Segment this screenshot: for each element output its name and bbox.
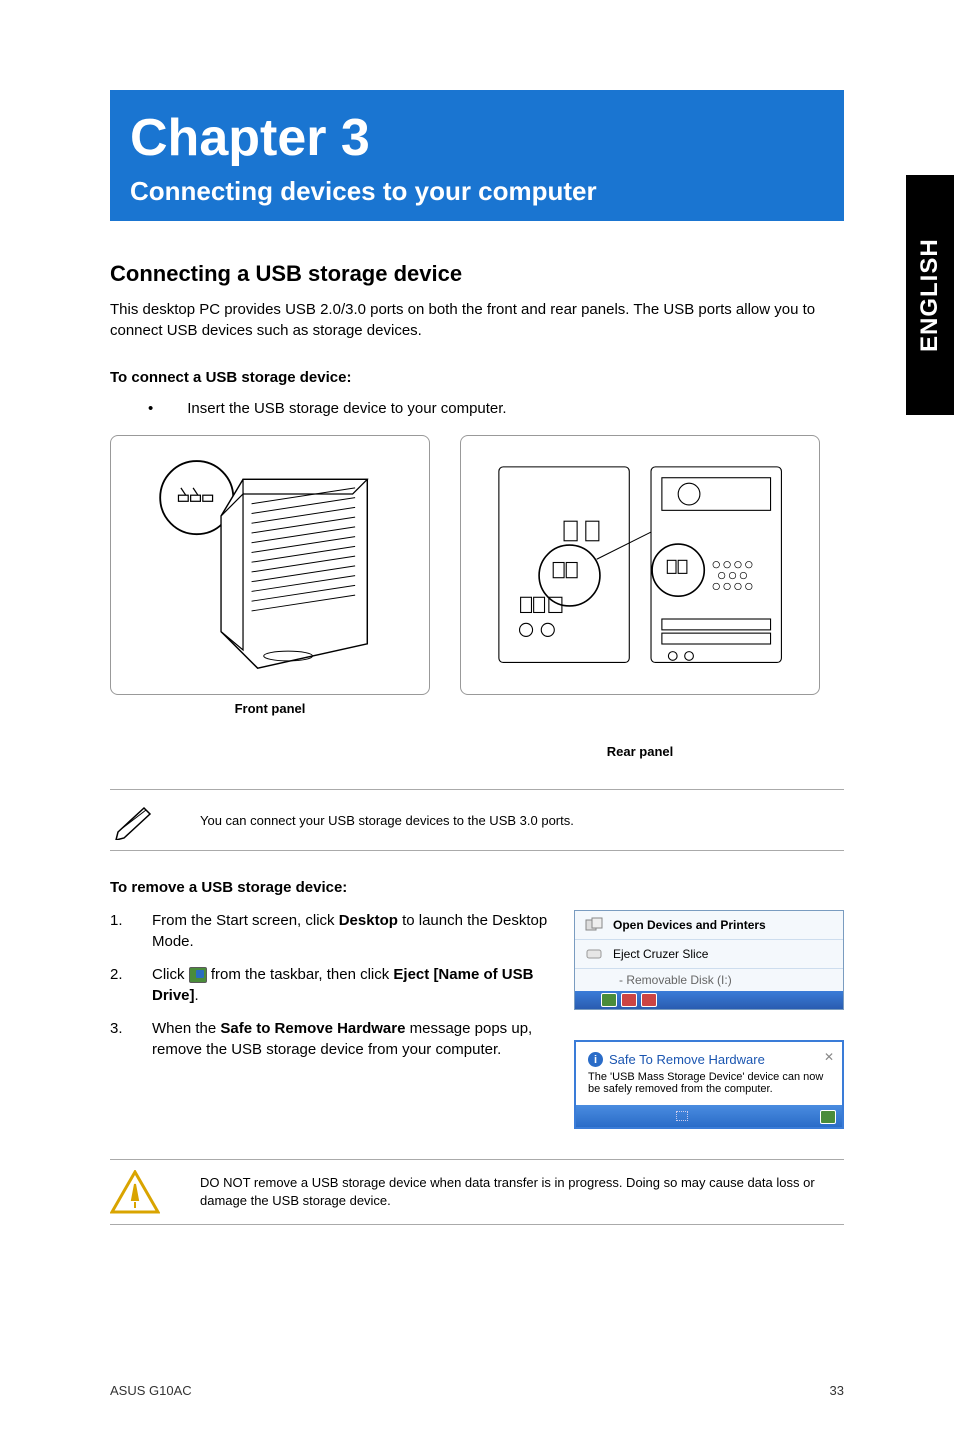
front-panel-label: Front panel xyxy=(110,701,430,716)
step-number: 3. xyxy=(110,1018,152,1060)
connect-heading: To connect a USB storage device: xyxy=(110,369,844,386)
remove-heading: To remove a USB storage device: xyxy=(110,879,844,896)
rear-panel-label: Rear panel xyxy=(460,744,820,759)
step-number: 1. xyxy=(110,910,152,952)
warning-text: DO NOT remove a USB storage device when … xyxy=(200,1174,844,1210)
chapter-subtitle: Connecting devices to your computer xyxy=(130,176,824,207)
warning-icon xyxy=(110,1170,160,1214)
drive-icon xyxy=(585,946,603,962)
footer-model: ASUS G10AC xyxy=(110,1383,192,1398)
panel-illustrations: Front panel xyxy=(110,435,844,716)
menu-open-devices[interactable]: Open Devices and Printers xyxy=(575,911,843,940)
tray-icon xyxy=(820,1110,836,1124)
step-3: 3. When the Safe to Remove Hardware mess… xyxy=(110,1018,554,1060)
popup-title: i Safe To Remove Hardware xyxy=(588,1052,830,1067)
chapter-title: Chapter 3 xyxy=(130,108,824,168)
menu-removable-disk: - Removable Disk (I:) xyxy=(575,969,843,991)
taskbar-strip xyxy=(575,991,843,1009)
step-number: 2. xyxy=(110,964,152,1006)
footer-page-number: 33 xyxy=(830,1383,844,1398)
page-footer: ASUS G10AC 33 xyxy=(110,1383,844,1398)
tray-icon xyxy=(641,993,657,1007)
section-heading: Connecting a USB storage device xyxy=(110,261,844,287)
popup-close-icon[interactable]: ✕ xyxy=(824,1050,834,1064)
rear-panel-figure xyxy=(460,435,820,695)
intro-paragraph: This desktop PC provides USB 2.0/3.0 por… xyxy=(110,299,844,341)
front-panel-figure xyxy=(110,435,430,695)
menu-eject-device[interactable]: Eject Cruzer Slice xyxy=(575,940,843,969)
step-body: When the Safe to Remove Hardware message… xyxy=(152,1018,554,1060)
step-1: 1. From the Start screen, click Desktop … xyxy=(110,910,554,952)
note-text: You can connect your USB storage devices… xyxy=(200,813,574,828)
taskbar-tray-icon xyxy=(189,967,207,983)
devices-icon xyxy=(585,917,603,933)
warning-row: DO NOT remove a USB storage device when … xyxy=(110,1159,844,1225)
safe-remove-popup: ✕ i Safe To Remove Hardware The 'USB Mas… xyxy=(574,1040,844,1129)
front-panel-illustration xyxy=(148,455,392,674)
rear-panel-illustration xyxy=(488,456,792,673)
step-body: From the Start screen, click Desktop to … xyxy=(152,910,554,952)
step-2: 2. Click from the taskbar, then click Ej… xyxy=(110,964,554,1006)
tray-icon xyxy=(621,993,637,1007)
connect-bullet-row: • Insert the USB storage device to your … xyxy=(110,400,844,417)
note-row: You can connect your USB storage devices… xyxy=(110,789,844,851)
note-pencil-icon xyxy=(110,800,160,840)
step-body: Click from the taskbar, then click Eject… xyxy=(152,964,554,1006)
tray-icon xyxy=(601,993,617,1007)
connect-bullet-text: Insert the USB storage device to your co… xyxy=(187,400,506,417)
eject-menu-popup: Open Devices and Printers Eject Cruzer S… xyxy=(574,910,844,1010)
info-icon: i xyxy=(588,1052,603,1067)
taskbar-strip xyxy=(576,1105,842,1127)
popup-body: The 'USB Mass Storage Device' device can… xyxy=(588,1071,830,1095)
chapter-header: Chapter 3 Connecting devices to your com… xyxy=(110,90,844,221)
bullet-dot: • xyxy=(148,400,153,417)
